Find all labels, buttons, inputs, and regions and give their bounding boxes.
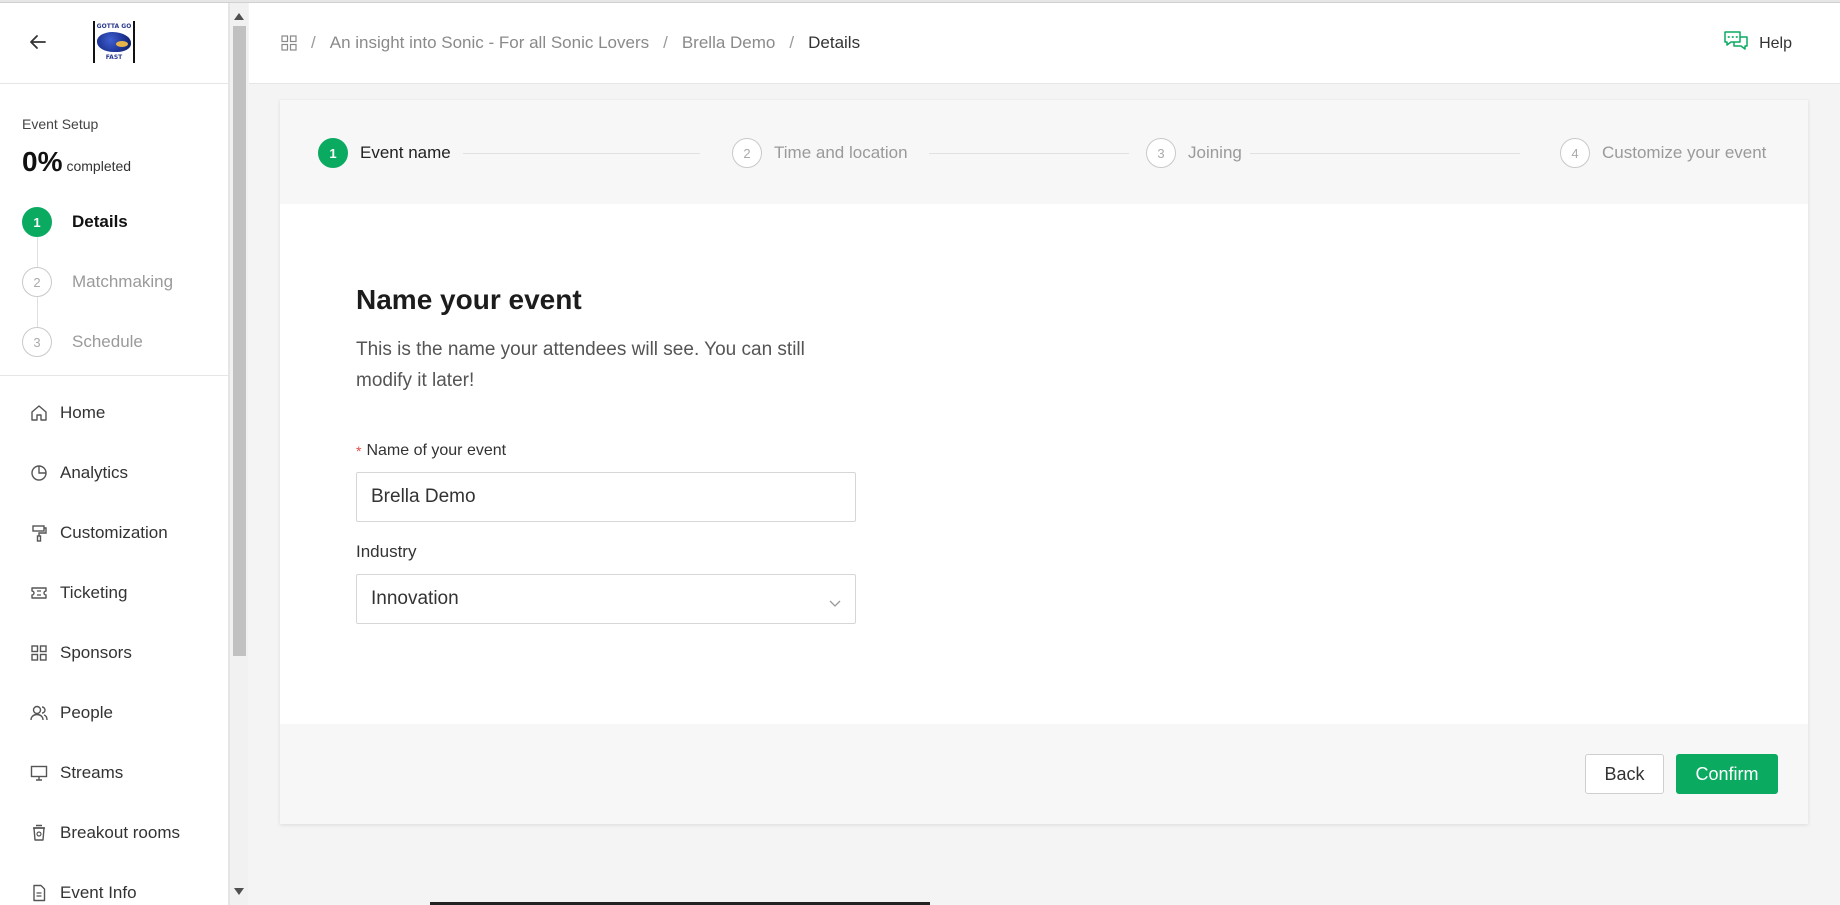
event-name-input[interactable]: Brella Demo — [356, 472, 856, 522]
top-header: / An insight into Sonic - For all Sonic … — [249, 3, 1840, 84]
sidebar: GOTTA GO FAST Event Setup 0% completed 1… — [0, 3, 229, 905]
scrollbar-thumb[interactable] — [233, 26, 246, 656]
breadcrumb-separator: / — [663, 33, 668, 52]
sidebar-item-home[interactable]: Home — [0, 383, 228, 443]
wizard-step-number: 1 — [318, 138, 348, 168]
event-setup-card: 1 Event name 2 Time and location 3 Joini… — [280, 100, 1808, 824]
wizard-step-time-location[interactable]: 2 Time and location — [732, 138, 908, 168]
event-logo: GOTTA GO FAST — [93, 21, 135, 63]
sidebar-item-customization[interactable]: Customization — [0, 503, 228, 563]
wizard-step-number: 3 — [1146, 138, 1176, 168]
apps-grid-icon[interactable] — [281, 35, 297, 51]
setup-step-schedule[interactable]: 3 Schedule — [22, 312, 228, 372]
sidebar-item-label: Customization — [60, 523, 168, 542]
sidebar-item-label: Home — [60, 403, 106, 422]
sidebar-item-label: Event Info — [60, 883, 137, 902]
scroll-up-arrow-icon[interactable] — [234, 13, 244, 20]
event-name-field-label: * Name of your event — [356, 442, 856, 460]
logo-text-top: GOTTA GO — [96, 23, 132, 30]
step-label: Matchmaking — [72, 272, 174, 291]
sidebar-item-streams[interactable]: Streams — [0, 743, 228, 803]
required-asterisk: * — [356, 443, 362, 459]
step-number: 3 — [22, 327, 52, 357]
logo-text-bottom: FAST — [105, 54, 123, 61]
event-name-label-text: Name of your event — [366, 442, 507, 459]
event-name-form: Name your event This is the name your at… — [356, 284, 856, 624]
sidebar-item-label: Ticketing — [60, 583, 128, 602]
confirm-button[interactable]: Confirm — [1676, 754, 1778, 794]
sidebar-item-label: Sponsors — [60, 643, 132, 662]
wizard-step-label: Event name — [360, 143, 451, 162]
chevron-down-icon — [829, 593, 841, 607]
people-icon — [28, 702, 50, 724]
chat-bubbles-icon — [1723, 29, 1749, 58]
grid-icon — [28, 642, 50, 664]
setup-steps: 1 Details 2 Matchmaking 3 Schedule — [22, 192, 228, 372]
step-label: Schedule — [72, 332, 143, 351]
sidebar-header: GOTTA GO FAST — [0, 3, 228, 84]
home-icon — [28, 402, 50, 424]
breadcrumb-separator: / — [311, 33, 316, 52]
wizard-step-number: 4 — [1560, 138, 1590, 168]
form-title: Name your event — [356, 284, 582, 315]
back-arrow-icon[interactable] — [26, 30, 50, 54]
pie-chart-icon — [28, 462, 50, 484]
breadcrumb-item-current: Details — [808, 33, 861, 52]
wizard-step-connector — [463, 153, 700, 154]
sidebar-item-label: Analytics — [60, 463, 129, 482]
sidebar-item-breakout-rooms[interactable]: Breakout rooms — [0, 803, 228, 863]
event-setup-label: Event Setup — [22, 116, 99, 132]
event-name-value: Brella Demo — [371, 486, 476, 507]
sidebar-item-label: Breakout rooms — [60, 823, 180, 842]
back-button[interactable]: Back — [1585, 754, 1664, 794]
card-footer: Back Confirm — [280, 724, 1808, 824]
setup-progress: 0% completed — [22, 146, 228, 178]
step-label: Details — [72, 212, 128, 231]
setup-step-matchmaking[interactable]: 2 Matchmaking — [22, 252, 228, 312]
setup-step-details[interactable]: 1 Details — [22, 192, 228, 252]
wizard-step-number: 2 — [732, 138, 762, 168]
sidebar-item-label: Streams — [60, 763, 124, 782]
wizard-step-event-name[interactable]: 1 Event name — [318, 138, 451, 168]
setup-completed-label: completed — [66, 158, 132, 174]
wizard-step-label: Customize your event — [1602, 143, 1767, 162]
industry-value: Innovation — [371, 588, 459, 609]
monitor-icon — [28, 762, 50, 784]
sidebar-nav: Home Analytics Customization Ticketing S… — [0, 383, 228, 905]
sonic-logo-image — [97, 32, 131, 52]
event-setup-section: Event Setup 0% completed 1 Details 2 Mat… — [0, 84, 228, 372]
breadcrumb-separator: / — [789, 33, 795, 52]
cup-icon — [28, 822, 50, 844]
ticket-icon — [28, 582, 50, 604]
sidebar-item-sponsors[interactable]: Sponsors — [0, 623, 228, 683]
setup-percentage: 0% — [22, 146, 63, 177]
sidebar-item-people[interactable]: People — [0, 683, 228, 743]
wizard-step-label: Time and location — [774, 143, 908, 162]
help-button[interactable]: Help — [1723, 29, 1792, 58]
form-description: This is the name your attendees will see… — [356, 339, 805, 391]
step-number: 1 — [22, 207, 52, 237]
wizard-step-label: Joining — [1188, 143, 1242, 162]
sidebar-item-event-info[interactable]: Event Info — [0, 863, 228, 905]
document-icon — [28, 882, 50, 904]
sidebar-item-analytics[interactable]: Analytics — [0, 443, 228, 503]
wizard-step-customize[interactable]: 4 Customize your event — [1560, 138, 1766, 168]
wizard-steps: 1 Event name 2 Time and location 3 Joini… — [280, 100, 1808, 204]
scroll-down-arrow-icon[interactable] — [234, 888, 244, 895]
step-number: 2 — [22, 267, 52, 297]
help-label: Help — [1759, 34, 1792, 52]
breadcrumb: / An insight into Sonic - For all Sonic … — [311, 33, 860, 53]
breadcrumb-item-organization[interactable]: An insight into Sonic - For all Sonic Lo… — [330, 33, 649, 53]
sidebar-divider — [0, 375, 228, 376]
sidebar-item-label: People — [60, 703, 113, 722]
sidebar-scrollbar[interactable] — [229, 3, 248, 905]
industry-label: Industry — [356, 542, 417, 561]
sidebar-item-ticketing[interactable]: Ticketing — [0, 563, 228, 623]
wizard-step-connector — [929, 153, 1129, 154]
industry-select[interactable]: Innovation — [356, 574, 856, 624]
wizard-step-joining[interactable]: 3 Joining — [1146, 138, 1242, 168]
paint-roller-icon — [28, 522, 50, 544]
breadcrumb-item-event[interactable]: Brella Demo — [682, 33, 776, 53]
wizard-step-connector — [1250, 153, 1520, 154]
